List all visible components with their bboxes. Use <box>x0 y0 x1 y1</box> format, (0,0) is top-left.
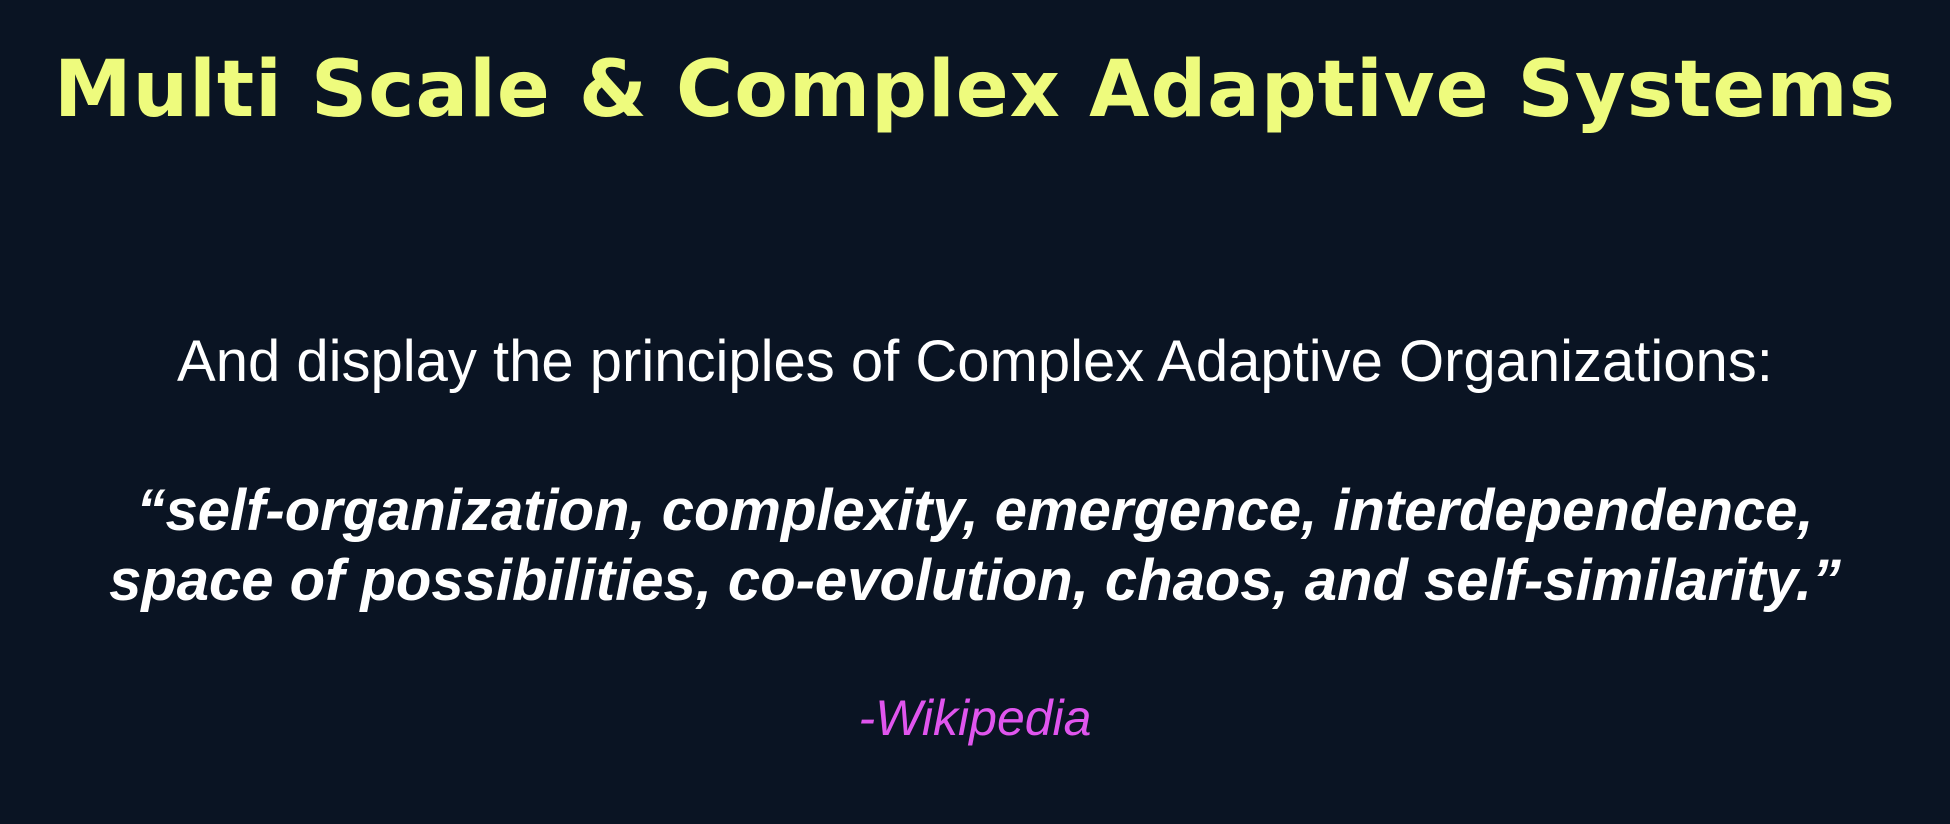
slide-title: Multi Scale & Complex Adaptive Systems <box>53 45 1897 135</box>
intro-text: And display the principles of Complex Ad… <box>177 329 1773 394</box>
quote-line-1: “self-organization, complexity, emergenc… <box>136 478 1814 543</box>
slide: Multi Scale & Complex Adaptive Systems A… <box>0 0 1950 824</box>
quote-block: “self-organization, complexity, emergenc… <box>0 476 1950 616</box>
quote-line-2: space of possibilities, co-evolution, ch… <box>109 548 1841 613</box>
quote-attribution: -Wikipedia <box>858 690 1092 746</box>
